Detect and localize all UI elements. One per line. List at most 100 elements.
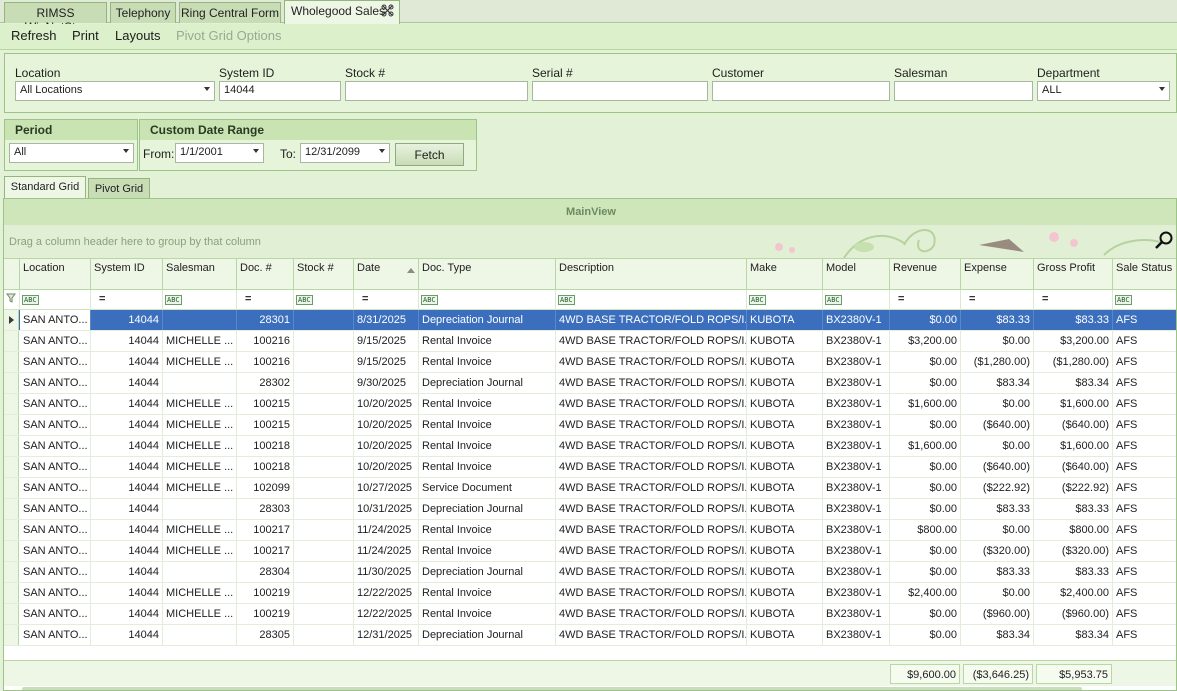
cell-sale-status[interactable]: AFS [1113, 562, 1176, 582]
cell-system-id[interactable]: 14044 [91, 478, 163, 498]
table-row[interactable]: SAN ANTO... 14044 MICHELLE ... 102099 10/27/… [4, 478, 1176, 499]
cell-doc-type[interactable]: Rental Invoice [419, 394, 556, 414]
cell-gross-profit[interactable]: $83.34 [1034, 625, 1113, 645]
cell-sale-status[interactable]: AFS [1113, 520, 1176, 540]
filter-cell-doc-number[interactable]: = [237, 290, 294, 310]
cell-make[interactable]: KUBOTA [747, 520, 823, 540]
cell-make[interactable]: KUBOTA [747, 415, 823, 435]
cell-doc-type[interactable]: Rental Invoice [419, 520, 556, 540]
cell-location[interactable]: SAN ANTO... [20, 310, 91, 330]
column-header-doc-type[interactable]: Doc. Type [419, 259, 556, 289]
filter-cell-revenue[interactable]: = [890, 290, 961, 310]
filter-cell-stock-number[interactable]: ABC [294, 290, 354, 310]
filter-cell-gross-profit[interactable]: = [1034, 290, 1113, 310]
row-indicator[interactable] [4, 562, 19, 582]
period-combo[interactable]: All [9, 143, 134, 163]
cell-expense[interactable]: $83.33 [961, 310, 1034, 330]
cell-make[interactable]: KUBOTA [747, 499, 823, 519]
cell-description[interactable]: 4WD BASE TRACTOR/FOLD ROPS/I... [556, 310, 747, 330]
cell-system-id[interactable]: 14044 [91, 436, 163, 456]
cell-revenue[interactable]: $0.00 [890, 499, 961, 519]
cell-revenue[interactable]: $0.00 [890, 373, 961, 393]
column-header-salesman[interactable]: Salesman [163, 259, 237, 289]
row-indicator[interactable] [4, 373, 19, 393]
cell-doc-type[interactable]: Rental Invoice [419, 331, 556, 351]
pin-close-icon[interactable] [381, 4, 394, 19]
filter-cell-sale-status[interactable]: ABC [1113, 290, 1176, 310]
cell-date[interactable]: 11/30/2025 [354, 562, 419, 582]
stock-field[interactable] [345, 81, 528, 101]
cell-revenue[interactable]: $2,400.00 [890, 583, 961, 603]
cell-expense[interactable]: ($640.00) [961, 415, 1034, 435]
horizontal-scrollbar[interactable] [22, 687, 1082, 690]
to-date-field[interactable]: 12/31/2099 [300, 143, 390, 163]
cell-gross-profit[interactable]: $83.34 [1034, 373, 1113, 393]
cell-make[interactable]: KUBOTA [747, 604, 823, 624]
cell-system-id[interactable]: 14044 [91, 604, 163, 624]
filter-cell-model[interactable]: ABC [823, 290, 890, 310]
cell-stock-number[interactable] [294, 310, 354, 330]
serial-field[interactable] [532, 81, 708, 101]
cell-expense[interactable]: $0.00 [961, 394, 1034, 414]
cell-revenue[interactable]: $0.00 [890, 415, 961, 435]
cell-gross-profit[interactable]: $1,600.00 [1034, 436, 1113, 456]
cell-doc-number[interactable]: 100215 [237, 415, 294, 435]
cell-doc-number[interactable]: 100218 [237, 457, 294, 477]
cell-date[interactable]: 10/20/2025 [354, 394, 419, 414]
cell-doc-type[interactable]: Rental Invoice [419, 604, 556, 624]
filter-cell-expense[interactable]: = [961, 290, 1034, 310]
cell-make[interactable]: KUBOTA [747, 436, 823, 456]
cell-expense[interactable]: ($640.00) [961, 457, 1034, 477]
cell-sale-status[interactable]: AFS [1113, 541, 1176, 561]
magnifier-icon[interactable] [1154, 230, 1174, 253]
cell-stock-number[interactable] [294, 352, 354, 372]
row-indicator[interactable] [4, 625, 19, 645]
filter-cell-system-id[interactable]: = [91, 290, 163, 310]
cell-description[interactable]: 4WD BASE TRACTOR/FOLD ROPS/I... [556, 352, 747, 372]
table-row[interactable]: SAN ANTO... 14044 28304 11/30/2025 Depreciat… [4, 562, 1176, 583]
cell-doc-type[interactable]: Rental Invoice [419, 583, 556, 603]
cell-model[interactable]: BX2380V-1 [823, 562, 890, 582]
table-row[interactable]: SAN ANTO... 14044 28301 8/31/2025 Depreciati… [4, 310, 1176, 331]
cell-sale-status[interactable]: AFS [1113, 331, 1176, 351]
cell-stock-number[interactable] [294, 583, 354, 603]
customer-field[interactable] [712, 81, 890, 101]
tab-wholegood-sales[interactable]: Wholegood Sales [284, 0, 400, 24]
cell-sale-status[interactable]: AFS [1113, 625, 1176, 645]
cell-system-id[interactable]: 14044 [91, 310, 163, 330]
cell-doc-type[interactable]: Depreciation Journal [419, 310, 556, 330]
cell-system-id[interactable]: 14044 [91, 562, 163, 582]
cell-model[interactable]: BX2380V-1 [823, 352, 890, 372]
cell-gross-profit[interactable]: $83.33 [1034, 499, 1113, 519]
cell-location[interactable]: SAN ANTO... [20, 373, 91, 393]
cell-gross-profit[interactable]: $83.33 [1034, 562, 1113, 582]
department-combo[interactable]: ALL [1037, 81, 1170, 101]
cell-salesman[interactable]: MICHELLE ... [163, 604, 237, 624]
table-row[interactable]: SAN ANTO... 14044 MICHELLE ... 100219 12/22/… [4, 604, 1176, 625]
cell-sale-status[interactable]: AFS [1113, 352, 1176, 372]
pivot-grid-options-button[interactable]: Pivot Grid Options [176, 28, 282, 43]
cell-date[interactable]: 12/31/2025 [354, 625, 419, 645]
cell-location[interactable]: SAN ANTO... [20, 562, 91, 582]
table-row[interactable]: SAN ANTO... 14044 28303 10/31/2025 Depreciat… [4, 499, 1176, 520]
cell-doc-type[interactable]: Rental Invoice [419, 436, 556, 456]
cell-model[interactable]: BX2380V-1 [823, 604, 890, 624]
cell-salesman[interactable]: MICHELLE ... [163, 352, 237, 372]
cell-salesman[interactable] [163, 310, 237, 330]
from-date-field[interactable]: 1/1/2001 [175, 143, 264, 163]
row-indicator[interactable] [4, 394, 19, 414]
cell-system-id[interactable]: 14044 [91, 373, 163, 393]
cell-stock-number[interactable] [294, 478, 354, 498]
cell-revenue[interactable]: $1,600.00 [890, 394, 961, 414]
cell-gross-profit[interactable]: $83.33 [1034, 310, 1113, 330]
cell-system-id[interactable]: 14044 [91, 583, 163, 603]
cell-salesman[interactable] [163, 499, 237, 519]
cell-system-id[interactable]: 14044 [91, 541, 163, 561]
cell-system-id[interactable]: 14044 [91, 457, 163, 477]
cell-salesman[interactable]: MICHELLE ... [163, 415, 237, 435]
cell-make[interactable]: KUBOTA [747, 394, 823, 414]
table-row[interactable]: SAN ANTO... 14044 MICHELLE ... 100215 10/20/… [4, 394, 1176, 415]
cell-model[interactable]: BX2380V-1 [823, 394, 890, 414]
cell-doc-number[interactable]: 28302 [237, 373, 294, 393]
cell-stock-number[interactable] [294, 499, 354, 519]
